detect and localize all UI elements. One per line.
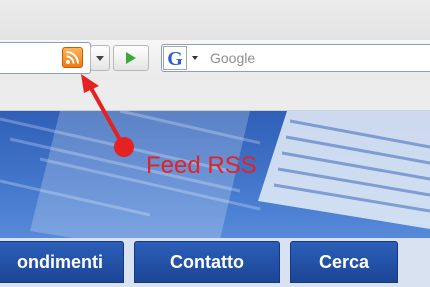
chevron-down-icon <box>192 56 198 60</box>
browser-title-area <box>0 0 430 41</box>
search-input[interactable] <box>206 46 430 70</box>
history-dropdown-button[interactable] <box>90 45 110 71</box>
search-engine-selector[interactable]: G <box>163 46 205 70</box>
bookmarks-strip <box>0 80 430 111</box>
annotation-label: Feed RSS <box>146 152 257 179</box>
rss-feed-icon[interactable] <box>62 47 83 68</box>
google-icon: G <box>163 46 187 70</box>
nav-tab-condimenti[interactable]: ondimenti <box>0 241 124 283</box>
go-button[interactable] <box>113 45 149 71</box>
nav-tab-cerca[interactable]: Cerca <box>290 241 398 283</box>
nav-tab-contatto[interactable]: Contatto <box>134 241 280 283</box>
